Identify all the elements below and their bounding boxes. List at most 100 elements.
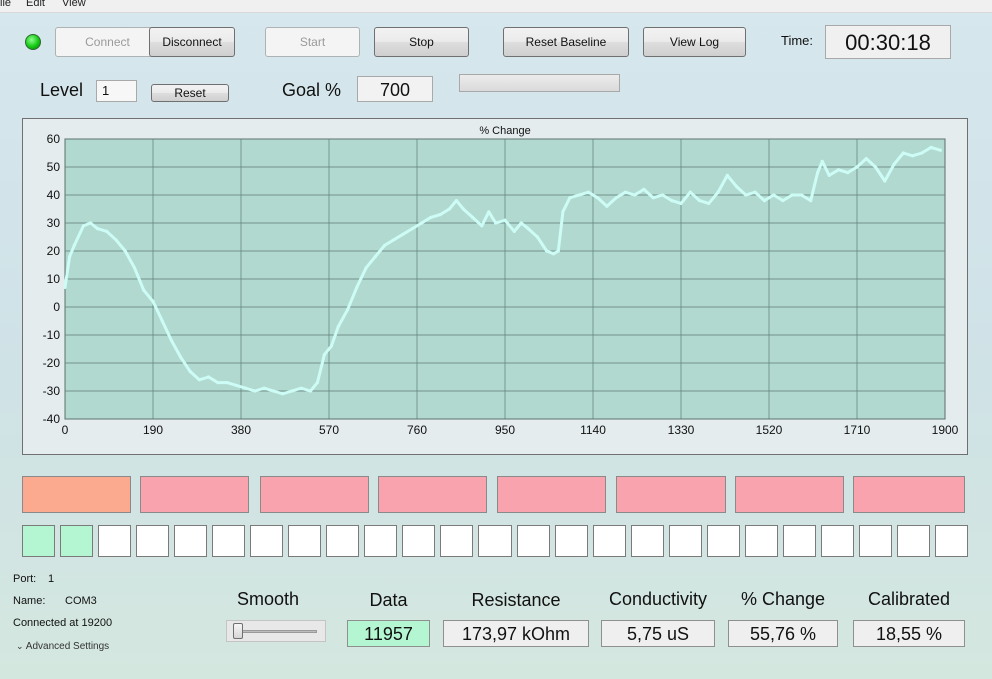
progress-square — [60, 525, 94, 557]
data-point — [556, 249, 560, 253]
menu-view[interactable]: View — [62, 0, 86, 9]
data-point — [512, 229, 516, 233]
advanced-settings-toggle[interactable]: ⌄ Advanced Settings — [16, 641, 109, 652]
data-point — [114, 238, 118, 242]
reset-baseline-button[interactable]: Reset Baseline — [503, 27, 629, 57]
y-tick-label: 30 — [47, 216, 61, 230]
x-tick-label: 570 — [319, 423, 339, 437]
data-point — [545, 249, 549, 253]
menu-edit[interactable]: Edit — [26, 0, 45, 9]
data-point — [299, 386, 303, 390]
data-point — [290, 389, 294, 393]
y-tick-label: -40 — [43, 412, 61, 426]
data-point — [697, 199, 702, 203]
data-point — [816, 171, 820, 175]
data-point — [151, 299, 155, 303]
data-value: 11957 — [347, 620, 430, 647]
data-point — [63, 285, 67, 289]
data-point — [315, 381, 320, 385]
data-point — [846, 171, 850, 175]
data-point — [81, 224, 86, 228]
goal-value[interactable]: 700 — [357, 76, 433, 102]
y-tick-label: -30 — [43, 384, 61, 398]
disconnect-button[interactable]: Disconnect — [149, 27, 235, 57]
data-point — [72, 243, 76, 247]
x-tick-label: 1900 — [932, 423, 959, 437]
data-point — [470, 215, 475, 219]
progress-square — [554, 525, 588, 557]
data-point — [535, 235, 540, 239]
progress-square — [98, 525, 132, 557]
x-tick-label: 1520 — [756, 423, 783, 437]
data-point — [429, 215, 433, 219]
level-block-3 — [260, 476, 369, 513]
data-point — [410, 227, 414, 231]
stop-button[interactable]: Stop — [374, 27, 469, 57]
data-point — [364, 266, 368, 270]
data-point — [188, 369, 192, 373]
data-point — [382, 243, 387, 247]
progress-square — [782, 525, 816, 557]
data-point — [438, 213, 442, 217]
view-log-button[interactable]: View Log — [643, 27, 746, 57]
goal-label: Goal % — [282, 80, 342, 100]
data-point — [725, 173, 729, 177]
time-display: 00:30:18 — [825, 25, 951, 59]
slider-track-line — [237, 630, 317, 633]
data-point — [480, 224, 484, 228]
data-point — [679, 201, 683, 205]
percent-change-chart: 0 190 380 570 760 950 1140 1330 1520 1710 1900 60 50… — [43, 125, 959, 437]
data-point — [799, 193, 804, 197]
x-tick-label: 1330 — [668, 423, 695, 437]
data-point — [938, 148, 942, 152]
calibrated-title: Calibrated — [867, 589, 951, 609]
data-point — [892, 162, 896, 166]
data-point — [827, 173, 831, 177]
data-point — [142, 288, 146, 292]
data-point — [809, 199, 813, 203]
progress-square — [136, 525, 170, 557]
data-point — [519, 221, 523, 225]
name-label: Name: — [13, 595, 46, 607]
x-tick-label: 0 — [62, 423, 69, 437]
data-point — [160, 319, 164, 323]
menu-file[interactable]: ile — [0, 0, 11, 9]
smooth-slider[interactable] — [226, 620, 326, 642]
data-point — [929, 145, 933, 149]
slider-thumb[interactable] — [233, 623, 243, 639]
data-point — [633, 193, 637, 197]
chart-title: % Change — [479, 125, 530, 137]
data-point — [401, 232, 405, 236]
level-block-7 — [735, 476, 844, 513]
y-tick-label: 50 — [47, 160, 61, 174]
menu-bar: ile Edit View — [0, 0, 992, 13]
data-point — [716, 190, 720, 194]
data-point — [642, 187, 646, 191]
data-point — [262, 386, 266, 390]
conductivity-value: 5,75 uS — [601, 620, 715, 647]
data-point — [487, 210, 491, 214]
data-point — [790, 193, 794, 197]
connect-button[interactable]: Connect — [55, 27, 160, 57]
chevron-down-icon: ⌄ — [16, 641, 24, 651]
y-tick-label: -10 — [43, 328, 61, 342]
progress-square — [630, 525, 664, 557]
data-point — [132, 266, 137, 270]
level-value[interactable]: 1 — [96, 80, 137, 102]
level-block-8 — [853, 476, 965, 513]
progress-square — [22, 525, 56, 557]
x-tick-label: 1710 — [844, 423, 871, 437]
level-block-1 — [22, 476, 131, 513]
data-point — [596, 196, 600, 200]
data-point — [95, 227, 100, 231]
data-point — [68, 255, 72, 259]
data-point — [308, 389, 313, 393]
start-button[interactable]: Start — [265, 27, 360, 57]
level-reset-button[interactable]: Reset — [151, 84, 229, 102]
data-point — [253, 389, 257, 393]
progress-square — [744, 525, 778, 557]
data-point — [660, 193, 665, 197]
data-point — [772, 193, 776, 197]
progress-square — [592, 525, 626, 557]
progress-square — [706, 525, 740, 557]
